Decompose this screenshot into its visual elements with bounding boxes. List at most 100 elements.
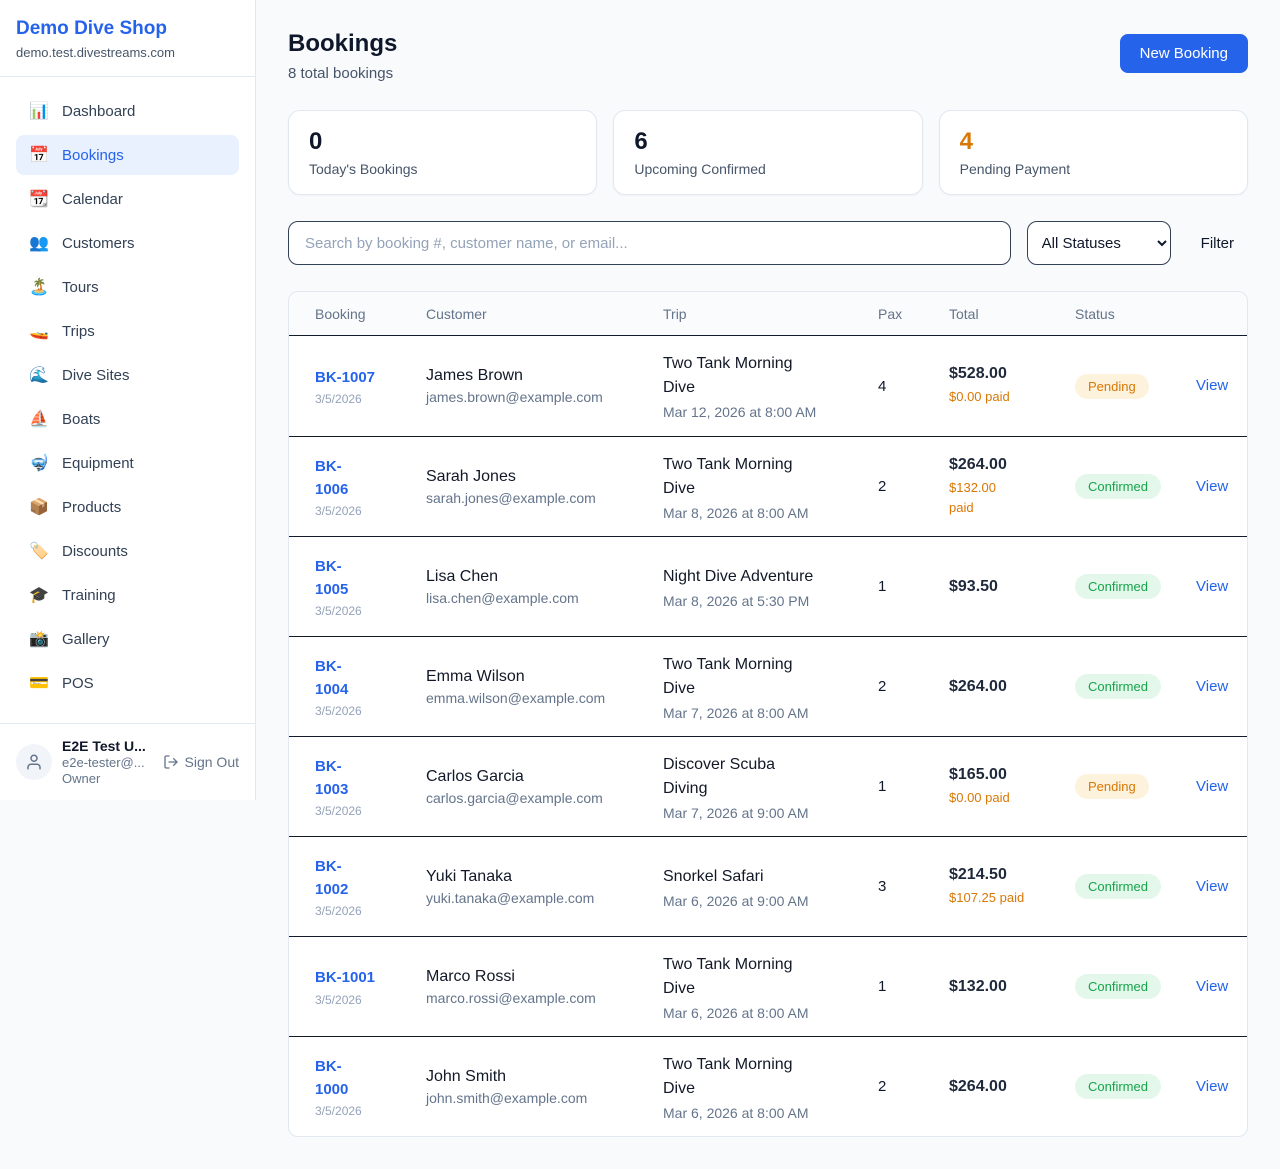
booking-id-link[interactable]: BK- 1005 bbox=[315, 555, 348, 602]
trip-name: Night Dive Adventure bbox=[663, 565, 868, 589]
customer-cell: Carlos Garciacarlos.garcia@example.com bbox=[426, 768, 663, 806]
booking-id-link[interactable]: BK- 1006 bbox=[315, 455, 348, 502]
booking-id-link[interactable]: BK- 1004 bbox=[315, 655, 348, 702]
booking-id-link[interactable]: BK-1001 bbox=[315, 966, 375, 989]
sidebar-item-calendar[interactable]: 📆Calendar bbox=[16, 179, 239, 219]
booking-id-link[interactable]: BK- 1000 bbox=[315, 1055, 348, 1102]
total-cell: $264.00 bbox=[949, 678, 1075, 696]
pax-count: 1 bbox=[878, 578, 949, 595]
customer-name: Marco Rossi bbox=[426, 968, 653, 986]
sidebar-item-dive-sites[interactable]: 🌊Dive Sites bbox=[16, 355, 239, 395]
customer-email: yuki.tanaka@example.com bbox=[426, 890, 653, 906]
filter-button[interactable]: Filter bbox=[1187, 235, 1248, 252]
pax-count: 3 bbox=[878, 878, 949, 895]
column-header-customer: Customer bbox=[426, 306, 663, 322]
table-body: BK-1007 3/5/2026 James Brownjames.brown@ex… bbox=[289, 336, 1247, 1136]
sidebar-item-trips[interactable]: 🚤Trips bbox=[16, 311, 239, 351]
sidebar-item-dashboard[interactable]: 📊Dashboard bbox=[16, 91, 239, 131]
calendar-icon: 📅 bbox=[28, 145, 50, 165]
customer-cell: James Brownjames.brown@example.com bbox=[426, 367, 663, 405]
sidebar-item-equipment[interactable]: 🤿 Equipment bbox=[16, 443, 239, 483]
pax-count: 1 bbox=[878, 978, 949, 995]
customer-cell: John Smithjohn.smith@example.com bbox=[426, 1068, 663, 1106]
status-cell: Confirmed bbox=[1075, 1074, 1196, 1099]
stats-cards: 0Today's Bookings6Upcoming Confirmed4Pen… bbox=[288, 110, 1248, 195]
sidebar-item-gallery[interactable]: 📸Gallery bbox=[16, 619, 239, 659]
bookings-table: BookingCustomerTripPaxTotalStatus BK-100… bbox=[288, 291, 1248, 1137]
status-badge: Confirmed bbox=[1075, 1074, 1161, 1099]
sidebar-item-tours[interactable]: 🏝️Tours bbox=[16, 267, 239, 307]
view-link[interactable]: View bbox=[1196, 1078, 1228, 1095]
sidebar-item-products[interactable]: 📦Products bbox=[16, 487, 239, 527]
booking-id-link[interactable]: BK- 1002 bbox=[315, 855, 348, 902]
sidebar-item-label: Trips bbox=[62, 323, 95, 340]
total-amount: $165.00 bbox=[949, 766, 1065, 784]
sidebar-item-training[interactable]: 🎓Training bbox=[16, 575, 239, 615]
trip-name: Snorkel Safari bbox=[663, 865, 868, 889]
trip-name: Two Tank Morning Dive bbox=[663, 453, 868, 501]
status-filter-select[interactable]: All Statuses bbox=[1027, 221, 1171, 265]
view-link[interactable]: View bbox=[1196, 678, 1228, 695]
view-link[interactable]: View bbox=[1196, 478, 1228, 495]
trip-cell: Two Tank Morning DiveMar 6, 2026 at 8:00… bbox=[663, 1053, 878, 1121]
sidebar-item-pos[interactable]: 💳POS bbox=[16, 663, 239, 703]
table-row: BK- 10023/5/2026Yuki Tanakayuki.tanaka@e… bbox=[289, 836, 1247, 936]
booking-date: 3/5/2026 bbox=[315, 993, 416, 1007]
view-link[interactable]: View bbox=[1196, 377, 1228, 394]
tag-icon: 🏷️ bbox=[28, 541, 50, 561]
column-header-status: Status bbox=[1075, 306, 1196, 322]
view-link[interactable]: View bbox=[1196, 978, 1228, 995]
customer-name: John Smith bbox=[426, 1068, 653, 1086]
sidebar-item-customers[interactable]: 👥Customers bbox=[16, 223, 239, 263]
booking-date: 3/5/2026 bbox=[315, 904, 416, 918]
sign-out-button[interactable]: Sign Out bbox=[163, 754, 239, 770]
sidebar-item-label: Training bbox=[62, 587, 116, 604]
main-content: Bookings 8 total bookings New Booking 0T… bbox=[256, 0, 1280, 1169]
user-info: E2E Test U... e2e-tester@... Owner bbox=[62, 738, 153, 786]
customer-name: James Brown bbox=[426, 367, 653, 385]
booking-cell: BK- 10003/5/2026 bbox=[315, 1055, 426, 1119]
view-link[interactable]: View bbox=[1196, 878, 1228, 895]
trip-cell: Two Tank Morning DiveMar 6, 2026 at 8:00… bbox=[663, 953, 878, 1021]
actions-cell: View bbox=[1196, 778, 1224, 796]
new-booking-button[interactable]: New Booking bbox=[1120, 34, 1248, 73]
total-amount: $528.00 bbox=[949, 365, 1065, 383]
view-link[interactable]: View bbox=[1196, 578, 1228, 595]
sidebar-item-label: Gallery bbox=[62, 631, 110, 648]
customer-email: sarah.jones@example.com bbox=[426, 490, 653, 506]
pax-count: 4 bbox=[878, 378, 949, 395]
customer-email: marco.rossi@example.com bbox=[426, 990, 653, 1006]
stat-label: Today's Bookings bbox=[309, 161, 576, 177]
status-cell: Confirmed bbox=[1075, 674, 1196, 699]
booking-id-link[interactable]: BK-1007 bbox=[315, 366, 375, 389]
sidebar-item-boats[interactable]: ⛵Boats bbox=[16, 399, 239, 439]
total-amount: $264.00 bbox=[949, 1078, 1065, 1096]
booking-id-link[interactable]: BK- 1003 bbox=[315, 755, 348, 802]
sidebar-item-label: Customers bbox=[62, 235, 135, 252]
booking-cell: BK- 1004 3/5/2026 bbox=[315, 655, 426, 719]
stat-card-pending-payment: 4Pending Payment bbox=[939, 110, 1248, 195]
sidebar-item-bookings[interactable]: 📅Bookings bbox=[16, 135, 239, 175]
diving-mask-icon: 🤿 bbox=[28, 453, 50, 473]
booking-date: 3/5/2026 bbox=[315, 604, 416, 618]
search-input[interactable] bbox=[288, 221, 1011, 265]
booking-date: 3/5/2026 bbox=[315, 804, 416, 818]
booking-cell: BK- 1002 3/5/2026 bbox=[315, 855, 426, 919]
status-cell: Confirmed bbox=[1075, 874, 1196, 899]
table-row: BK- 10053/5/2026Lisa Chenlisa.chen@examp… bbox=[289, 536, 1247, 636]
total-bookings-count: 8 total bookings bbox=[288, 65, 397, 82]
sidebar-item-label: Equipment bbox=[62, 455, 134, 472]
customer-name: Emma Wilson bbox=[426, 668, 653, 686]
trip-cell: Night Dive AdventureMar 8, 2026 at 5:30 … bbox=[663, 565, 878, 609]
table-row: BK- 10043/5/2026Emma Wilsonemma.wilson@e… bbox=[289, 636, 1247, 736]
table-row: BK-1001 3/5/2026 Marco Rossi marco.rossi@ex… bbox=[289, 936, 1247, 1036]
total-amount: $214.50 bbox=[949, 866, 1065, 884]
sidebar-item-discounts[interactable]: 🏷️ Discounts bbox=[16, 531, 239, 571]
page-header: Bookings 8 total bookings New Booking bbox=[288, 30, 1248, 82]
trip-cell: Discover Scuba DivingMar 7, 2026 at 9:00… bbox=[663, 753, 878, 821]
view-link[interactable]: View bbox=[1196, 778, 1228, 795]
booking-date: 3/5/2026 bbox=[315, 704, 416, 718]
sidebar-header: Demo Dive Shop demo.test.divestreams.com bbox=[0, 0, 255, 77]
sidebar-item-label: Discounts bbox=[62, 543, 128, 560]
total-cell: $214.50$107.25 paid bbox=[949, 866, 1075, 908]
